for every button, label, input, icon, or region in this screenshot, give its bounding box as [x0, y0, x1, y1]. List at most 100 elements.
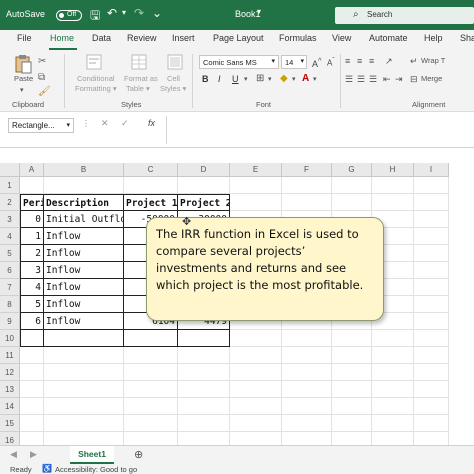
cell[interactable]: [44, 398, 124, 415]
tab-home[interactable]: Home: [50, 33, 74, 43]
cell[interactable]: [332, 415, 372, 432]
table-cell[interactable]: 5: [20, 296, 44, 313]
row-header[interactable]: 11: [0, 347, 20, 364]
row-header[interactable]: 6: [0, 262, 20, 279]
cell[interactable]: [282, 415, 332, 432]
cell[interactable]: [414, 211, 449, 228]
cell[interactable]: [44, 347, 124, 364]
cell[interactable]: [44, 415, 124, 432]
underline-icon[interactable]: U: [232, 74, 239, 84]
column-header[interactable]: A: [20, 163, 44, 177]
table-cell[interactable]: 2: [20, 245, 44, 262]
cell[interactable]: [332, 398, 372, 415]
cell[interactable]: [230, 347, 282, 364]
cell[interactable]: [20, 330, 44, 347]
align-middle-icon[interactable]: ≡: [357, 56, 362, 66]
table-header-cell[interactable]: Project 2: [178, 194, 230, 211]
orientation-icon[interactable]: ↗: [385, 56, 393, 67]
cell[interactable]: [124, 330, 178, 347]
cell[interactable]: [44, 381, 124, 398]
column-header[interactable]: C: [124, 163, 178, 177]
format-as-table-label[interactable]: Format as: [124, 74, 158, 83]
cell[interactable]: [44, 330, 124, 347]
bold-icon[interactable]: B: [202, 74, 209, 84]
table-cell[interactable]: Inflow: [44, 245, 124, 262]
column-header[interactable]: G: [332, 163, 372, 177]
column-header[interactable]: F: [282, 163, 332, 177]
cell[interactable]: [282, 381, 332, 398]
merge-label[interactable]: Merge: [421, 74, 442, 83]
cell[interactable]: [230, 398, 282, 415]
copy-icon[interactable]: ⧉: [38, 72, 45, 83]
cell[interactable]: [282, 364, 332, 381]
cell[interactable]: [178, 381, 230, 398]
underline-dropdown-icon[interactable]: ▾: [244, 75, 248, 83]
increase-indent-icon[interactable]: ⇥: [395, 74, 403, 85]
align-bottom-icon[interactable]: ≡: [369, 56, 374, 66]
column-header[interactable]: I: [414, 163, 449, 177]
add-sheet-icon[interactable]: ⊕: [134, 448, 143, 461]
tab-view[interactable]: View: [332, 33, 351, 43]
cell-styles-label[interactable]: Cell: [167, 74, 180, 83]
cell[interactable]: [178, 347, 230, 364]
fill-color-icon[interactable]: ◆: [280, 73, 288, 84]
paste-button[interactable]: [14, 54, 32, 74]
cell[interactable]: [44, 177, 124, 194]
tab-review[interactable]: Review: [127, 33, 157, 43]
align-top-icon[interactable]: ≡: [345, 56, 350, 66]
cell[interactable]: [230, 415, 282, 432]
cell[interactable]: [414, 296, 449, 313]
font-size-select[interactable]: 14 ▾: [281, 55, 307, 69]
more-options-icon[interactable]: ⋮: [82, 119, 90, 128]
cell[interactable]: [372, 177, 414, 194]
cell[interactable]: [414, 381, 449, 398]
cell[interactable]: [124, 398, 178, 415]
cell[interactable]: [414, 279, 449, 296]
decrease-font-icon[interactable]: Aˇ: [327, 57, 335, 68]
cell[interactable]: [282, 330, 332, 347]
cell[interactable]: [372, 398, 414, 415]
cell[interactable]: [414, 347, 449, 364]
cell[interactable]: [372, 347, 414, 364]
cell[interactable]: [282, 347, 332, 364]
cell[interactable]: [124, 381, 178, 398]
table-cell[interactable]: Inflow: [44, 313, 124, 330]
enter-icon[interactable]: ✓: [121, 118, 129, 129]
cell[interactable]: [178, 415, 230, 432]
row-header[interactable]: 5: [0, 245, 20, 262]
column-header[interactable]: D: [178, 163, 230, 177]
cell[interactable]: [20, 364, 44, 381]
cell[interactable]: [414, 262, 449, 279]
cut-icon[interactable]: ✂: [38, 56, 46, 67]
cell[interactable]: [20, 415, 44, 432]
conditional-formatting-icon[interactable]: [86, 54, 102, 70]
formula-input[interactable]: [167, 116, 474, 144]
tab-help[interactable]: Help: [424, 33, 443, 43]
table-cell[interactable]: 0: [20, 211, 44, 228]
cell[interactable]: [20, 347, 44, 364]
cell[interactable]: [414, 415, 449, 432]
cell[interactable]: [230, 177, 282, 194]
table-cell[interactable]: Inflow: [44, 296, 124, 313]
sheet-tab-sheet1[interactable]: Sheet1: [70, 446, 114, 464]
row-header[interactable]: 13: [0, 381, 20, 398]
cell[interactable]: [124, 364, 178, 381]
autosave-toggle[interactable]: Off: [56, 10, 82, 21]
conditional-formatting-label[interactable]: Conditional: [77, 74, 115, 83]
undo-dropdown-icon[interactable]: ▾: [122, 8, 126, 17]
callout-shape[interactable]: The IRR function in Excel is used to com…: [146, 217, 384, 321]
table-cell[interactable]: 3: [20, 262, 44, 279]
cell[interactable]: [124, 177, 178, 194]
cell[interactable]: [332, 177, 372, 194]
font-name-select[interactable]: Comic Sans MS ▾: [199, 55, 279, 69]
column-header[interactable]: B: [44, 163, 124, 177]
search-box[interactable]: ⌕ Search: [335, 7, 474, 24]
cell[interactable]: [332, 381, 372, 398]
cell[interactable]: [372, 364, 414, 381]
tab-automate[interactable]: Automate: [369, 33, 408, 43]
cell[interactable]: [372, 415, 414, 432]
cell[interactable]: [20, 381, 44, 398]
wrap-text-icon[interactable]: ↵: [410, 56, 418, 67]
cell[interactable]: [124, 415, 178, 432]
cell[interactable]: [44, 364, 124, 381]
